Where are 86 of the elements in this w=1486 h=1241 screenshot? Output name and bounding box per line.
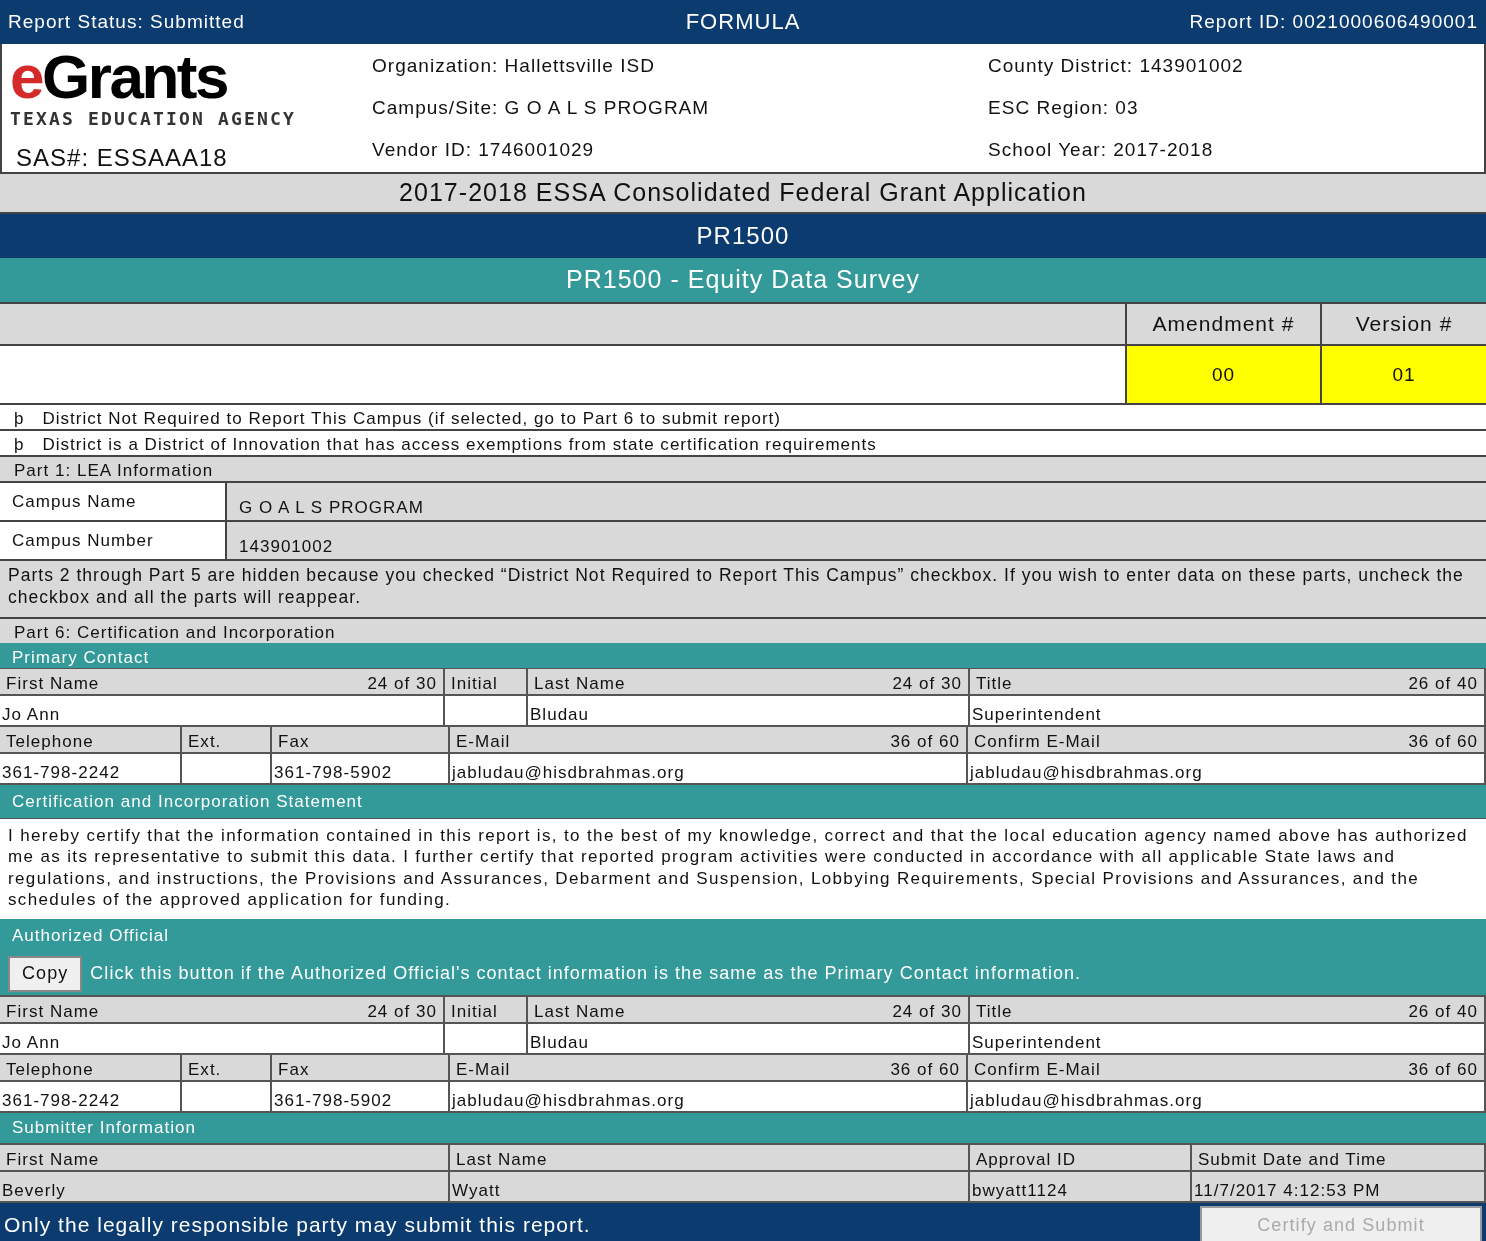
character-count: 24 of 30	[892, 672, 962, 694]
report-id: Report ID: 0021000606490001	[1188, 10, 1478, 34]
input-field[interactable]: 361-798-5902	[272, 754, 450, 783]
input-field[interactable]: Jo Ann	[0, 696, 445, 725]
checkbox-label: District is a District of Innovation that has access exemptions from state certification requirements	[42, 433, 877, 455]
field-label: Confirm E-Mail	[974, 730, 1101, 752]
input-field[interactable]: Superintendent	[970, 696, 1486, 725]
field-label: Submit Date and Time	[1198, 1148, 1387, 1170]
part-header: Part 1: LEA Information	[0, 457, 1486, 483]
input-field[interactable]: Superintendent	[970, 1024, 1486, 1053]
footer-note: Only the legally responsible party may submit this report.	[4, 1211, 591, 1238]
schedule-bar: PR1500	[0, 214, 1486, 258]
amendment-number: 00	[1125, 346, 1320, 403]
field-label: Title	[976, 1000, 1013, 1022]
field-label: Telephone	[6, 1058, 94, 1080]
field-label: First Name	[6, 1000, 100, 1022]
field-value: 11/7/2017 4:12:53 PM	[1192, 1172, 1486, 1201]
checkbox-label: District Not Required to Report This Campus (if selected, go to Part 6 to submit report)	[42, 407, 782, 429]
schedule-title: PR1500 - Equity Data Survey	[0, 258, 1486, 302]
character-count: 26 of 40	[1408, 672, 1478, 694]
field-label: Telephone	[6, 730, 94, 752]
section-header: Authorized Official	[0, 919, 1486, 952]
info-text: School Year: 2017-2018	[988, 138, 1214, 162]
field-label: Confirm E-Mail	[974, 1058, 1101, 1080]
certification-statement: I hereby certify that the information contained in this report is, to the best of my knowledge, correct and that the local education agency named above has authorized me as its representative to submit this data. I further certify that reported program activities were conducted in accordance with all applicable State laws and regulations, and instructions, the Provisions and Assurances, Debarment and Suspension, Lobbying Requirements, Special Provisions and Assurances, and the schedules of the approved application for funding.	[7, 825, 1469, 911]
report-status: Report Status: Submitted	[8, 10, 246, 34]
field-label: Initial	[451, 1000, 498, 1022]
field-label: Last Name	[534, 1000, 626, 1022]
character-count: 24 of 30	[892, 1000, 962, 1022]
input-field[interactable]: jabludau@hisdbrahmas.org	[968, 754, 1486, 783]
hidden-parts-note: Parts 2 through Part 5 are hidden because you checked “District Not Required to Report This Campus” checkbox. If you wish to enter data on these parts, uncheck the checkbox and all the parts will reappear.	[0, 561, 1486, 619]
input-field[interactable]: Jo Ann	[0, 1024, 445, 1053]
character-count: 36 of 60	[890, 730, 960, 752]
info-text: Vendor ID: 1746001029	[372, 138, 595, 162]
input-field[interactable]: jabludau@hisdbrahmas.org	[968, 1082, 1486, 1111]
version-header: Version #	[1320, 304, 1486, 344]
info-text: County District: 143901002	[988, 54, 1244, 78]
input-field[interactable]: jabludau@hisdbrahmas.org	[450, 754, 968, 783]
input-field[interactable]: 361-798-2242	[0, 754, 182, 783]
field-value: Beverly	[0, 1172, 450, 1201]
character-count: 36 of 60	[1408, 1058, 1478, 1080]
version-number: 01	[1320, 346, 1486, 403]
input-field[interactable]: jabludau@hisdbrahmas.org	[450, 1082, 968, 1111]
field-label: E-Mail	[456, 1058, 511, 1080]
field-value: Wyatt	[450, 1172, 970, 1201]
input-field[interactable]: Bludau	[528, 696, 970, 725]
report-type: FORMULA	[685, 8, 801, 36]
part-header: Part 6: Certification and Incorporation	[0, 619, 1486, 643]
character-count: 24 of 30	[367, 672, 437, 694]
field-label: E-Mail	[456, 730, 511, 752]
input-field[interactable]: 361-798-2242	[0, 1082, 182, 1111]
copy-hint: Click this button if the Authorized Official's contact information is the same as the Primary Contact information.	[90, 962, 1082, 985]
character-count: 36 of 60	[890, 1058, 960, 1080]
field-label: Ext.	[188, 1058, 222, 1080]
field-label: Ext.	[188, 730, 222, 752]
field-value: 143901002	[227, 522, 1486, 559]
field-value: G O A L S PROGRAM	[227, 483, 1486, 520]
input-field[interactable]: Bludau	[528, 1024, 970, 1053]
agency-name: TEXAS EDUCATION AGENCY	[10, 108, 296, 131]
copy-button[interactable]: Copy	[8, 955, 83, 992]
sas-number: SAS#: ESSAAA18	[15, 142, 228, 173]
character-count: 26 of 40	[1408, 1000, 1478, 1022]
field-label: First Name	[6, 672, 100, 694]
section-header: Submitter Information	[0, 1113, 1486, 1145]
application-title: 2017-2018 ESSA Consolidated Federal Grant Application	[0, 172, 1486, 214]
info-text: Organization: Hallettsville ISD	[372, 54, 655, 78]
info-text: ESC Region: 03	[988, 96, 1139, 120]
field-label: Fax	[278, 730, 310, 752]
info-text: Campus/Site: G O A L S PROGRAM	[372, 96, 710, 120]
section-header: Primary Contact	[0, 643, 1486, 669]
field-label: Fax	[278, 1058, 310, 1080]
logo-wordmark: eGrants	[10, 46, 227, 108]
field-label: Approval ID	[976, 1148, 1077, 1170]
character-count: 36 of 60	[1408, 730, 1478, 752]
field-label: Initial	[451, 672, 498, 694]
section-header: Certification and Incorporation Statement	[0, 785, 1486, 819]
field-label: First Name	[6, 1148, 100, 1170]
field-label: Title	[976, 672, 1013, 694]
field-label: Last Name	[534, 672, 626, 694]
checkbox-glyph[interactable]: þ	[14, 433, 25, 455]
checkbox-glyph[interactable]: þ	[14, 407, 25, 429]
field-label: Last Name	[456, 1148, 548, 1170]
amendment-header: Amendment #	[1125, 304, 1320, 344]
input-field[interactable]: 361-798-5902	[272, 1082, 450, 1111]
field-value: bwyatt1124	[970, 1172, 1192, 1201]
character-count: 24 of 30	[367, 1000, 437, 1022]
